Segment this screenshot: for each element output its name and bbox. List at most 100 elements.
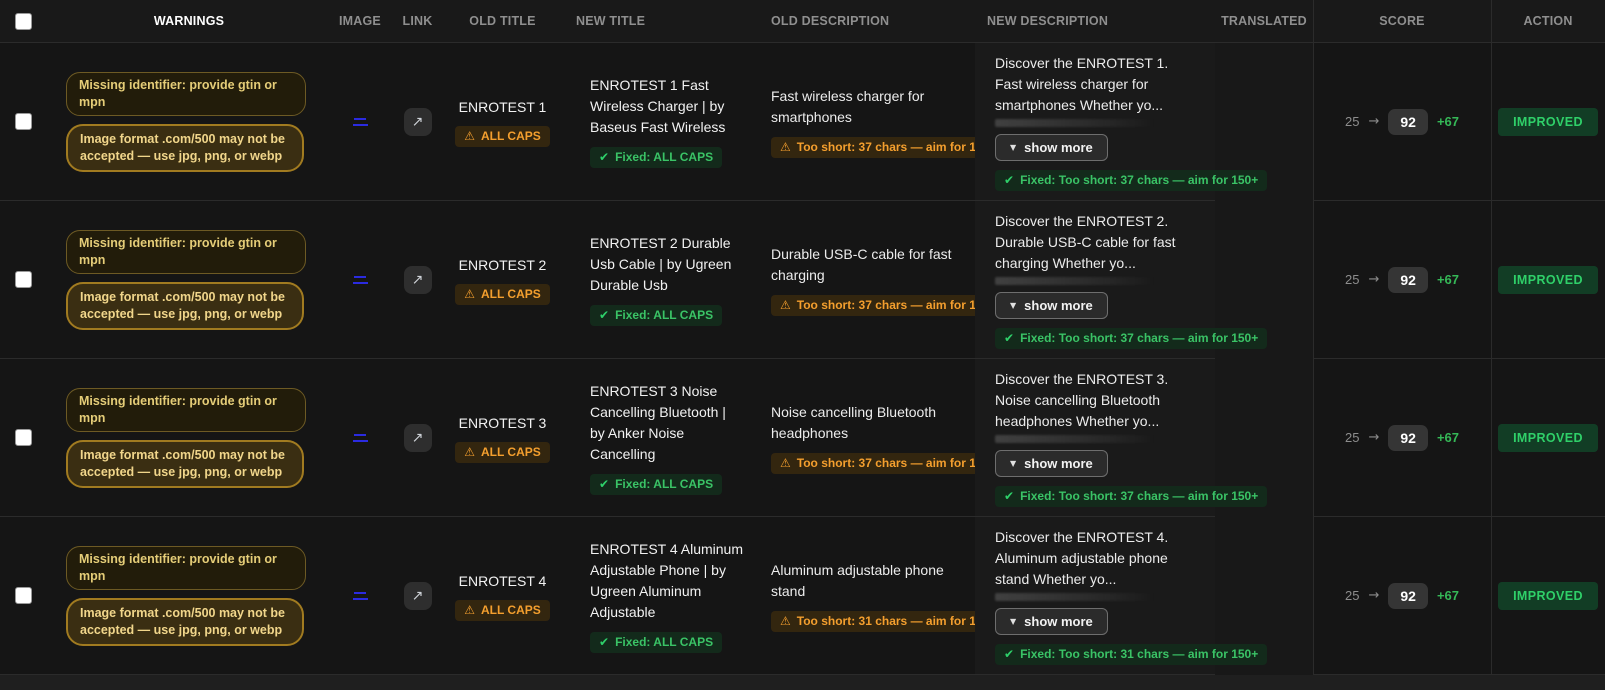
too-short-warning-badge: ⚠ Too short: 37 chars — aim for 150+ xyxy=(771,453,1005,474)
check-icon: ✔ xyxy=(599,478,609,491)
score-before: 25 xyxy=(1345,430,1359,445)
table-body: Missing identifier: provide gtin or mpn … xyxy=(0,43,1605,675)
score-after-pill: 92 xyxy=(1388,267,1428,293)
fixed-all-caps-label: Fixed: ALL CAPS xyxy=(615,478,713,491)
chevron-down-icon: ▼ xyxy=(1010,459,1016,468)
check-icon: ✔ xyxy=(599,636,609,649)
score-after-pill: 92 xyxy=(1388,583,1428,609)
column-header-image: IMAGE xyxy=(330,14,390,28)
row-checkbox[interactable] xyxy=(15,587,32,604)
table-row: Missing identifier: provide gtin or mpn … xyxy=(0,201,1605,359)
column-header-translated: TRANSLATED xyxy=(1215,14,1313,28)
open-link-button[interactable]: ↗ xyxy=(404,424,432,452)
warning-pill-image-format: Image format .com/500 may not be accepte… xyxy=(66,598,304,646)
row-checkbox[interactable] xyxy=(15,271,32,288)
broken-image-icon xyxy=(353,118,368,126)
warning-icon: ⚠ xyxy=(780,141,791,154)
score-after-pill: 92 xyxy=(1388,109,1428,135)
score-delta: +67 xyxy=(1437,114,1459,129)
warning-pill-image-format: Image format .com/500 may not be accepte… xyxy=(66,282,304,330)
open-link-button[interactable]: ↗ xyxy=(404,108,432,136)
fixed-all-caps-label: Fixed: ALL CAPS xyxy=(615,636,713,649)
arrow-up-right-icon: ↗ xyxy=(412,272,424,288)
show-more-label: show more xyxy=(1024,456,1093,471)
new-title-text: ENROTEST 2 Durable Usb Cable | by Ugreen… xyxy=(590,233,744,296)
broken-image-icon xyxy=(353,592,368,600)
all-caps-warning-label: ALL CAPS xyxy=(481,604,541,617)
warning-icon: ⚠ xyxy=(780,299,791,312)
check-icon: ✔ xyxy=(1004,174,1014,187)
show-more-button[interactable]: ▼ show more xyxy=(995,608,1108,635)
fixed-all-caps-badge: ✔ Fixed: ALL CAPS xyxy=(590,474,722,495)
column-divider xyxy=(1491,0,1492,675)
fixed-all-caps-badge: ✔ Fixed: ALL CAPS xyxy=(590,632,722,653)
row-checkbox[interactable] xyxy=(15,113,32,130)
column-header-score: SCORE xyxy=(1313,14,1491,28)
warning-icon: ⚠ xyxy=(780,615,791,628)
fixed-all-caps-badge: ✔ Fixed: ALL CAPS xyxy=(590,305,722,326)
show-more-button[interactable]: ▼ show more xyxy=(995,292,1108,319)
check-icon: ✔ xyxy=(1004,332,1014,345)
arrow-right-icon: → xyxy=(1368,272,1379,287)
warning-icon: ⚠ xyxy=(464,604,475,617)
warning-pill-missing-identifier: Missing identifier: provide gtin or mpn xyxy=(66,230,306,274)
too-short-warning-label: Too short: 37 chars — aim for 150+ xyxy=(797,457,997,470)
old-description-text: Aluminum adjustable phone stand xyxy=(771,560,957,602)
fixed-all-caps-label: Fixed: ALL CAPS xyxy=(615,151,713,164)
old-description-text: Noise cancelling Bluetooth headphones xyxy=(771,402,957,444)
truncated-text-fade xyxy=(995,593,1155,601)
all-caps-warning-badge: ⚠ ALL CAPS xyxy=(455,600,550,621)
all-caps-warning-label: ALL CAPS xyxy=(481,446,541,459)
score-cell: 25 → 92 +67 xyxy=(1313,359,1491,516)
check-icon: ✔ xyxy=(1004,490,1014,503)
too-short-warning-label: Too short: 31 chars — aim for 150+ xyxy=(797,615,997,628)
score-before: 25 xyxy=(1345,114,1359,129)
arrow-up-right-icon: ↗ xyxy=(412,114,424,130)
old-description-text: Durable USB-C cable for fast charging xyxy=(771,244,957,286)
warning-pill-missing-identifier: Missing identifier: provide gtin or mpn xyxy=(66,72,306,116)
chevron-down-icon: ▼ xyxy=(1010,617,1016,626)
score-cell: 25 → 92 +67 xyxy=(1313,43,1491,200)
page-bottom-strip xyxy=(0,675,1605,690)
broken-image-icon xyxy=(353,434,368,442)
new-title-text: ENROTEST 4 Aluminum Adjustable Phone | b… xyxy=(590,539,744,623)
broken-image-icon xyxy=(353,276,368,284)
new-title-text: ENROTEST 3 Noise Cancelling Bluetooth | … xyxy=(590,381,744,465)
score-cell: 25 → 92 +67 xyxy=(1313,201,1491,358)
select-all-checkbox[interactable] xyxy=(15,13,32,30)
table-row: Missing identifier: provide gtin or mpn … xyxy=(0,359,1605,517)
old-title-text: ENROTEST 4 xyxy=(459,571,547,592)
show-more-button[interactable]: ▼ show more xyxy=(995,450,1108,477)
row-checkbox[interactable] xyxy=(15,429,32,446)
open-link-button[interactable]: ↗ xyxy=(404,582,432,610)
arrow-right-icon: → xyxy=(1368,588,1379,603)
new-title-text: ENROTEST 1 Fast Wireless Charger | by Ba… xyxy=(590,75,744,138)
column-header-action: ACTION xyxy=(1491,14,1605,28)
all-caps-warning-badge: ⚠ ALL CAPS xyxy=(455,126,550,147)
warning-pill-image-format: Image format .com/500 may not be accepte… xyxy=(66,440,304,488)
score-delta: +67 xyxy=(1437,430,1459,445)
open-link-button[interactable]: ↗ xyxy=(404,266,432,294)
show-more-label: show more xyxy=(1024,298,1093,313)
old-description-text: Fast wireless charger for smartphones xyxy=(771,86,957,128)
new-description-text: Discover the ENROTEST 3. Noise cancellin… xyxy=(995,369,1193,432)
warning-icon: ⚠ xyxy=(780,457,791,470)
score-delta: +67 xyxy=(1437,588,1459,603)
new-description-text: Discover the ENROTEST 4. Aluminum adjust… xyxy=(995,527,1193,590)
too-short-warning-label: Too short: 37 chars — aim for 150+ xyxy=(797,141,997,154)
warning-pill-image-format: Image format .com/500 may not be accepte… xyxy=(66,124,304,172)
column-divider xyxy=(1313,0,1314,675)
improved-status-badge: IMPROVED xyxy=(1498,108,1598,136)
check-icon: ✔ xyxy=(599,309,609,322)
too-short-warning-badge: ⚠ Too short: 37 chars — aim for 150+ xyxy=(771,295,1005,316)
warning-pill-missing-identifier: Missing identifier: provide gtin or mpn xyxy=(66,388,306,432)
warning-pill-missing-identifier: Missing identifier: provide gtin or mpn xyxy=(66,546,306,590)
column-header-old-description: OLD DESCRIPTION xyxy=(755,14,975,28)
arrow-up-right-icon: ↗ xyxy=(412,588,424,604)
too-short-warning-badge: ⚠ Too short: 37 chars — aim for 150+ xyxy=(771,137,1005,158)
table-row: Missing identifier: provide gtin or mpn … xyxy=(0,517,1605,675)
product-audit-table: WARNINGS IMAGE LINK OLD TITLE NEW TITLE … xyxy=(0,0,1605,690)
column-header-link: LINK xyxy=(390,14,445,28)
old-title-text: ENROTEST 3 xyxy=(459,413,547,434)
show-more-button[interactable]: ▼ show more xyxy=(995,134,1108,161)
